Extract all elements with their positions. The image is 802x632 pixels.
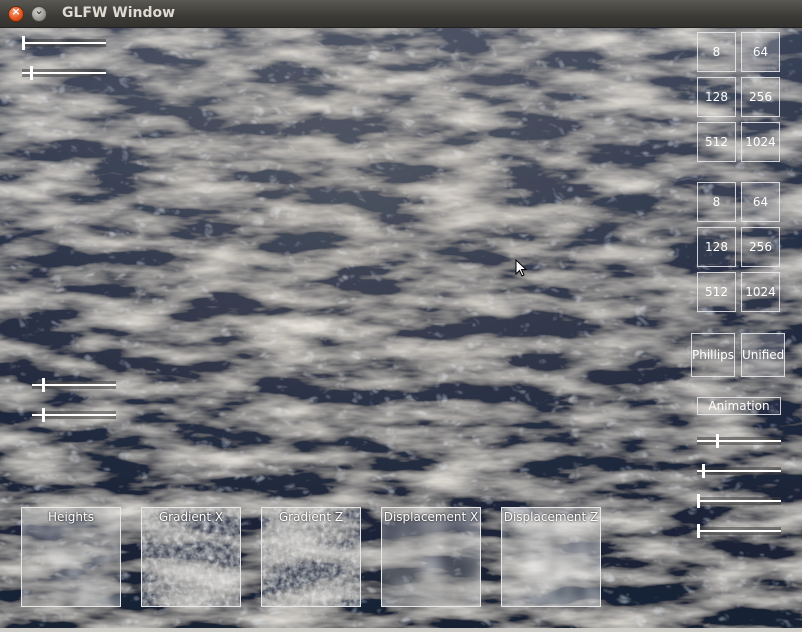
slider-knob[interactable] <box>702 464 705 478</box>
spectrum-option-unified[interactable]: Unified <box>741 333 785 377</box>
slider-top-left-2[interactable] <box>22 66 106 80</box>
slider-knob[interactable] <box>42 378 45 392</box>
slider-top-left-1[interactable] <box>22 36 106 50</box>
slider-right-2[interactable] <box>697 464 781 478</box>
slider-right-3[interactable] <box>697 494 781 508</box>
mouse-cursor-icon <box>515 259 528 277</box>
slider-track <box>697 530 781 532</box>
thumbnail-label: Displacement Z <box>503 510 599 524</box>
thumbnail-gradient-z: Gradient Z <box>261 507 361 607</box>
slider-track <box>697 500 781 502</box>
slider-knob[interactable] <box>42 408 45 422</box>
res2-option-1024[interactable]: 1024 <box>741 272 780 312</box>
slider-knob[interactable] <box>697 494 700 508</box>
slider-right-1[interactable] <box>697 434 781 448</box>
slider-track <box>697 440 781 442</box>
thumbnail-label: Gradient Z <box>278 510 344 524</box>
ocean-viewport[interactable]: 8 64 128 256 512 1024 8 64 128 256 512 1… <box>0 28 802 628</box>
res1-option-128[interactable]: 128 <box>697 77 736 117</box>
slider-track <box>22 42 106 44</box>
window-title: GLFW Window <box>62 5 176 21</box>
thumbnail-heights: Heights <box>21 507 121 607</box>
slider-knob[interactable] <box>716 434 719 448</box>
thumbnail-label: Gradient X <box>158 510 224 524</box>
title-bar[interactable]: × ⌄ GLFW Window <box>0 0 802 28</box>
close-icon: × <box>11 5 21 18</box>
slider-right-4[interactable] <box>697 524 781 538</box>
slider-knob[interactable] <box>30 66 33 80</box>
thumbnail-label: Displacement X <box>383 510 479 524</box>
res2-option-256[interactable]: 256 <box>741 227 780 267</box>
res1-option-256[interactable]: 256 <box>741 77 780 117</box>
res1-option-1024[interactable]: 1024 <box>741 122 780 162</box>
res2-option-512[interactable]: 512 <box>697 272 736 312</box>
thumbnail-displacement-x: Displacement X <box>381 507 481 607</box>
slider-left-1[interactable] <box>32 378 116 392</box>
animation-button[interactable]: Animation <box>697 397 781 415</box>
slider-track <box>697 470 781 472</box>
slider-knob[interactable] <box>22 36 25 50</box>
spectrum-option-phillips[interactable]: Phillips <box>691 333 735 377</box>
res2-option-128[interactable]: 128 <box>697 227 736 267</box>
res2-option-64[interactable]: 64 <box>741 182 780 222</box>
thumbnail-gradient-x: Gradient X <box>141 507 241 607</box>
chevron-down-icon: ⌄ <box>34 4 44 17</box>
slider-knob[interactable] <box>697 524 700 538</box>
slider-left-2[interactable] <box>32 408 116 422</box>
close-button[interactable]: × <box>8 5 24 22</box>
glfw-window: × ⌄ GLFW Window 8 64 128 256 512 1024 8 … <box>0 0 802 632</box>
slider-track <box>22 72 106 74</box>
res1-option-512[interactable]: 512 <box>697 122 736 162</box>
res1-option-64[interactable]: 64 <box>741 32 780 72</box>
res1-option-8[interactable]: 8 <box>697 32 736 72</box>
window-bottom-border <box>0 628 802 632</box>
res2-option-8[interactable]: 8 <box>697 182 736 222</box>
thumbnail-displacement-z: Displacement Z <box>501 507 601 607</box>
minimize-button[interactable]: ⌄ <box>31 4 47 22</box>
thumbnail-label: Heights <box>48 510 94 524</box>
